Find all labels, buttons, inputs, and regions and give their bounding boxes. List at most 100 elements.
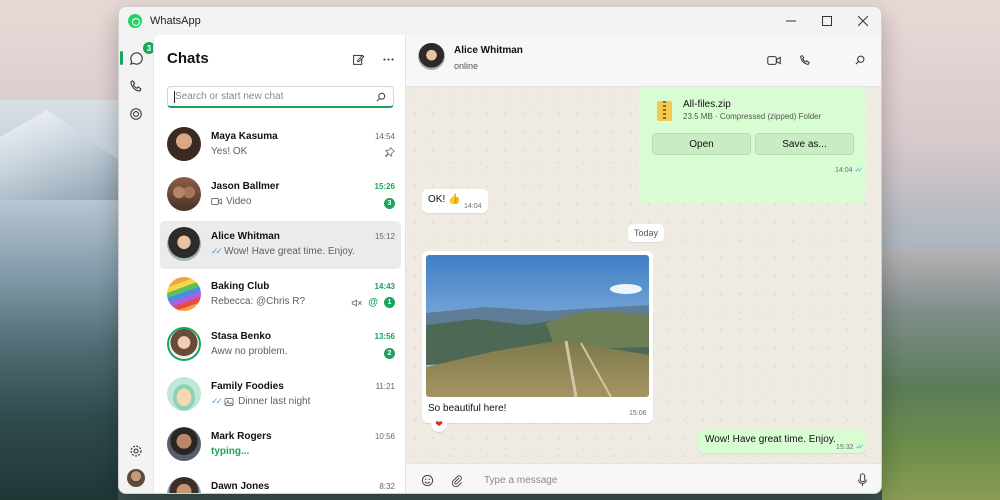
maximize-icon bbox=[822, 16, 832, 26]
avatar bbox=[167, 377, 201, 411]
video-call-icon bbox=[767, 55, 781, 65]
chat-row-maya-kasuma[interactable]: Maya Kasuma Yes! OK 14:54 bbox=[160, 121, 401, 169]
avatar bbox=[167, 177, 201, 211]
contact-avatar[interactable] bbox=[418, 43, 445, 70]
chat-row-baking-club[interactable]: Baking Club Rebecca: @Chris R? 14:43 @ 1 bbox=[160, 271, 401, 319]
chat-preview-text: Video bbox=[226, 196, 252, 207]
chat-name: Mark Rogers bbox=[211, 431, 272, 442]
avatar bbox=[167, 277, 201, 311]
chat-row-family-foodies[interactable]: Family Foodies ✓✓ Dinner last night 11:2… bbox=[160, 371, 401, 419]
chat-preview-text: Yes! OK bbox=[211, 146, 248, 157]
attach-button[interactable] bbox=[448, 471, 466, 489]
chat-time: 14:43 bbox=[374, 282, 395, 291]
open-file-button[interactable]: Open bbox=[652, 133, 751, 155]
typing-indicator: typing... bbox=[211, 446, 250, 457]
chat-name: Family Foodies bbox=[211, 381, 284, 392]
conversation-header[interactable]: Alice Whitman online bbox=[406, 35, 881, 87]
chat-name: Alice Whitman bbox=[211, 231, 280, 242]
minimize-button[interactable] bbox=[773, 7, 809, 35]
search-in-chat-button[interactable] bbox=[851, 51, 869, 69]
phone-icon bbox=[130, 80, 142, 92]
photo-caption: So beautiful here! bbox=[428, 403, 507, 414]
unread-badge: 2 bbox=[384, 348, 395, 359]
message-time: 15:06 bbox=[629, 410, 647, 417]
chat-preview-text: Aww no problem. bbox=[211, 346, 288, 357]
desktop-wallpaper-right bbox=[882, 250, 1000, 500]
chat-time: 11:21 bbox=[375, 382, 395, 391]
conversation-panel: Alice Whitman online All-files.zip 23.5 … bbox=[406, 35, 881, 493]
chat-preview: ✓✓ Dinner last night bbox=[211, 396, 310, 407]
chat-preview: typing... bbox=[211, 446, 249, 457]
title-bar: WhatsApp bbox=[119, 7, 881, 35]
chat-list-panel: Chats Maya Kasuma Yes! OK 14:54 Jason Ba… bbox=[153, 35, 406, 493]
search-input[interactable] bbox=[175, 91, 371, 102]
avatar bbox=[167, 127, 201, 161]
chat-preview-text: Dinner last night bbox=[238, 396, 311, 407]
heart-reaction-icon[interactable]: ❤ bbox=[431, 416, 447, 432]
voice-call-button[interactable] bbox=[796, 51, 814, 69]
date-divider: Today bbox=[628, 224, 664, 242]
chat-time: 15:12 bbox=[374, 232, 395, 241]
read-ticks-icon: ✓✓ bbox=[211, 246, 223, 256]
message-time: 14:04 bbox=[464, 203, 482, 210]
rail-item-calls[interactable] bbox=[126, 76, 146, 96]
chat-time: 8:32 bbox=[379, 482, 395, 491]
message-text: OK! 👍 bbox=[428, 194, 461, 205]
maximize-button[interactable] bbox=[809, 7, 845, 35]
search-icon bbox=[855, 55, 865, 65]
voice-call-icon bbox=[800, 55, 810, 65]
chat-row-dawn-jones[interactable]: Dawn Jones 8:32 bbox=[160, 471, 401, 493]
shared-photo[interactable] bbox=[426, 255, 649, 397]
whatsapp-window: WhatsApp 3 Chats Search or start new cha… bbox=[118, 6, 882, 494]
chat-preview: Video bbox=[211, 196, 251, 207]
mention-icon: @ bbox=[368, 297, 378, 308]
chat-name: Stasa Benko bbox=[211, 331, 272, 342]
message-text: Wow! Have great time. Enjoy. bbox=[705, 434, 836, 445]
avatar bbox=[167, 327, 201, 361]
more-options-button[interactable] bbox=[378, 49, 398, 69]
avatar bbox=[167, 227, 201, 261]
chat-time: 14:54 bbox=[374, 132, 395, 141]
message-input[interactable] bbox=[484, 471, 824, 489]
incoming-message-bubble: OK! 👍 14:04 bbox=[422, 189, 488, 213]
chat-row-jason-ballmer[interactable]: Jason Ballmer Video 15:26 3 bbox=[160, 171, 401, 219]
image-icon bbox=[224, 397, 234, 406]
new-chat-button[interactable] bbox=[348, 49, 368, 69]
voice-message-button[interactable] bbox=[853, 471, 871, 489]
video-icon bbox=[211, 198, 222, 205]
chat-name: Jason Ballmer bbox=[211, 181, 280, 192]
chat-row-stasa-benko[interactable]: Stasa Benko Aww no problem. 13:56 2 bbox=[160, 321, 401, 369]
paperclip-icon bbox=[451, 474, 462, 487]
profile-avatar[interactable] bbox=[127, 469, 145, 487]
close-icon bbox=[858, 16, 868, 26]
read-ticks-icon: ✓✓ bbox=[211, 396, 223, 406]
chat-row-mark-rogers[interactable]: Mark Rogers typing... 10:56 bbox=[160, 421, 401, 469]
chat-time: 15:26 bbox=[374, 182, 395, 191]
search-box[interactable] bbox=[167, 86, 394, 108]
rail-item-status[interactable] bbox=[126, 104, 146, 124]
file-name: All-files.zip bbox=[683, 99, 731, 110]
rail-active-indicator bbox=[120, 51, 123, 65]
save-as-button[interactable]: Save as... bbox=[755, 133, 854, 155]
close-button[interactable] bbox=[845, 7, 881, 35]
whatsapp-logo-icon bbox=[128, 14, 142, 28]
chat-name: Maya Kasuma bbox=[211, 131, 278, 142]
microphone-icon bbox=[857, 473, 867, 487]
chat-preview: Rebecca: @Chris R? bbox=[211, 296, 305, 307]
chat-time: 10:56 bbox=[374, 432, 395, 441]
rail-item-settings[interactable] bbox=[126, 441, 146, 461]
zip-file-icon bbox=[657, 101, 672, 121]
text-caret bbox=[174, 91, 175, 103]
window-title: WhatsApp bbox=[150, 15, 201, 27]
video-call-button[interactable] bbox=[765, 51, 783, 69]
navigation-rail: 3 bbox=[119, 35, 155, 493]
row-icons bbox=[385, 147, 395, 157]
chats-heading: Chats bbox=[167, 50, 209, 67]
rail-item-chats[interactable]: 3 bbox=[126, 42, 155, 68]
chat-time: 13:56 bbox=[374, 332, 395, 341]
emoji-button[interactable] bbox=[418, 471, 436, 489]
message-time: 14:04 ✓✓ bbox=[835, 167, 863, 174]
chat-preview-text: Rebecca: @Chris R? bbox=[211, 296, 306, 307]
chat-row-alice-whitman[interactable]: Alice Whitman ✓✓ Wow! Have great time. E… bbox=[160, 221, 401, 269]
avatar bbox=[167, 477, 201, 493]
